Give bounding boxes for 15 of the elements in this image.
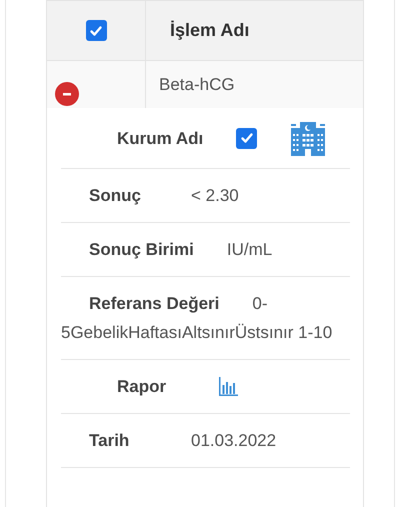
checkmark-icon [240, 131, 254, 145]
collapse-button[interactable] [55, 82, 79, 106]
field-label: Rapor [117, 376, 168, 398]
bar-chart-icon[interactable] [219, 377, 238, 396]
column-header: İşlem Adı [170, 19, 250, 42]
detail-text: Sonuç < 2.30 [88, 185, 240, 207]
table-cell-text: Beta-hCG [159, 74, 235, 96]
field-label: Kurum Adı [117, 128, 204, 150]
institution-checkbox[interactable] [236, 128, 258, 148]
detail-text: Sonuç Birimi IU/mL [88, 239, 274, 261]
detail-text: Tarih 01.03.2022 [88, 430, 278, 452]
hospital-building-icon [290, 120, 326, 156]
checkmark-icon [89, 24, 103, 38]
detail-text: Referans Değeri 0-5GebelikHaftasıAltsınırÜstsınır 1-10 [61, 293, 334, 344]
select-all-checkbox[interactable] [86, 20, 106, 41]
